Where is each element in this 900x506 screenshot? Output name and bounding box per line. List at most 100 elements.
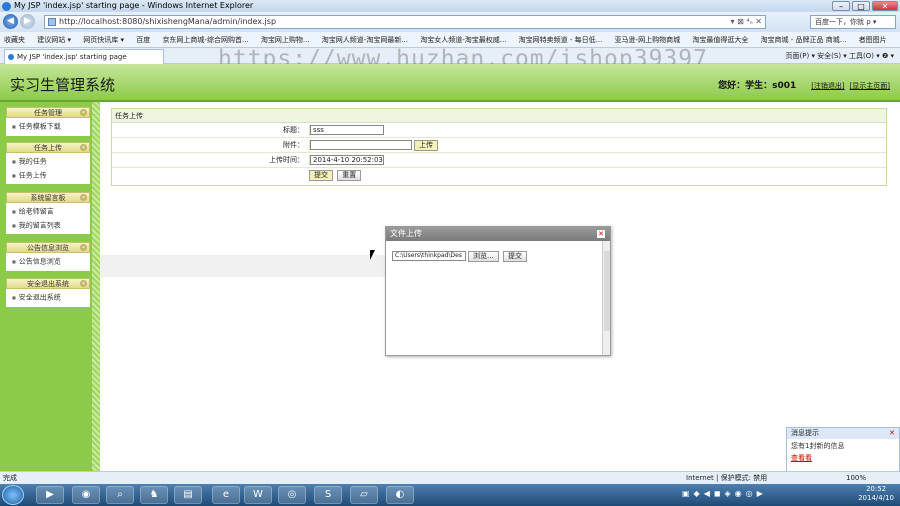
dialog-header[interactable]: 文件上传 ✕ [386, 227, 610, 241]
sidebar-section-header[interactable]: 系统留言板 « [6, 192, 90, 203]
favorites-item[interactable]: 淘宝网人频道-淘宝网最新... [322, 36, 408, 44]
favorites-item[interactable]: 淘宝女人频道-淘宝最权威... [420, 36, 506, 44]
favorites-item[interactable]: 京东网上商城-综合网购首... [162, 36, 248, 44]
sidebar-item-task-upload[interactable]: 任务上传 [6, 169, 90, 183]
close-icon[interactable]: ✕ [872, 1, 898, 11]
system-tray-icons[interactable]: ▣◆◀◼◈◉◎▶ [682, 489, 767, 498]
page-title: 实习生管理系统 [10, 76, 116, 94]
title-label: 标题： [283, 126, 304, 134]
sidebar-section-header[interactable]: 任务管理 « [6, 107, 90, 118]
word-icon[interactable]: W [244, 486, 272, 504]
chevron-icon[interactable]: « [80, 194, 87, 201]
ie-icon[interactable]: e [212, 486, 240, 504]
logout-link[interactable]: [注销退出] [811, 82, 844, 90]
dialog-scrollbar[interactable] [602, 241, 610, 355]
sidebar-item-leave-message[interactable]: 给老师留言 [6, 205, 90, 219]
sidebar-section-message-board: 系统留言板« 给老师留言 我的留言列表 [6, 192, 90, 234]
status-text: 完成 [3, 474, 17, 482]
title-input[interactable]: sss [310, 125, 384, 135]
sidebar-item-notices[interactable]: 公告信息浏览 [6, 255, 90, 269]
browser-tab[interactable]: My JSP 'index.jsp' starting page [4, 49, 164, 64]
window-controls: – □ ✕ [832, 1, 898, 11]
submit-button[interactable]: 提交 [309, 170, 333, 181]
mouse-cursor-icon [370, 250, 375, 260]
sidebar-section-header[interactable]: 任务上传 « [6, 142, 90, 153]
zoom-level[interactable]: 100% [846, 472, 866, 484]
sidebar-section-logout: 安全退出系统« 安全退出系统 [6, 278, 90, 307]
sidebar-section-header[interactable]: 安全退出系统 « [6, 278, 90, 289]
media-player-icon[interactable]: ▶ [36, 486, 64, 504]
favorites-item[interactable]: 亚马逊-网上购物商城 [615, 36, 681, 44]
dialog-title: 文件上传 [390, 229, 422, 238]
chrome-icon[interactable]: ◉ [72, 486, 100, 504]
form-row-time: 上传时间： 2014-4-10 20:52:03 [112, 153, 886, 168]
time-label: 上传时间： [269, 156, 304, 164]
sidebar-item-logout[interactable]: 安全退出系统 [6, 291, 90, 305]
form-row-title: 标题： sss [112, 123, 886, 138]
command-bar[interactable]: 页面(P) ▾ 安全(S) ▾ 工具(O) ▾ ❷ ▾ [786, 50, 894, 62]
eclipse-icon[interactable]: S [314, 486, 342, 504]
sidebar-section-header[interactable]: 公告信息浏览 « [6, 242, 90, 253]
dialog-body: C:\Users\thinkpad\Des 浏览... 提交 [386, 241, 603, 355]
overlay-band [100, 255, 385, 277]
notification-link[interactable]: 查看看 [787, 453, 899, 463]
maximize-icon[interactable]: □ [852, 1, 870, 11]
chevron-icon[interactable]: « [80, 109, 87, 116]
sidebar-item-my-messages[interactable]: 我的留言列表 [6, 219, 90, 233]
search-input[interactable]: 百度一下，你就 ρ ▾ [810, 15, 896, 29]
back-icon[interactable]: ◀ [3, 14, 18, 29]
forward-icon[interactable]: ▶ [20, 14, 35, 29]
favorites-item[interactable]: 淘宝网特卖频道 - 每日低... [519, 36, 603, 44]
qq-icon[interactable]: ◎ [278, 486, 306, 504]
start-button[interactable] [2, 485, 24, 505]
sidebar-section-notices: 公告信息浏览« 公告信息浏览 [6, 242, 90, 271]
chevron-icon[interactable]: « [80, 244, 87, 251]
sidebar-divider[interactable] [92, 102, 100, 471]
window-icon[interactable]: ▱ [350, 486, 378, 504]
status-bar: 完成 Internet | 保护模式: 禁用 100% [0, 471, 900, 484]
home-link[interactable]: [显示主页面] [850, 82, 890, 90]
file-path-input[interactable]: C:\Users\thinkpad\Des [392, 251, 466, 261]
search-app-icon[interactable]: ⌕ [106, 486, 134, 504]
clock[interactable]: 20:52 2014/4/10 [858, 485, 894, 503]
sidebar-item-template-download[interactable]: 任务模板下载 [6, 120, 90, 134]
favorites-item[interactable]: 收藏夹 [4, 36, 25, 44]
favorites-item[interactable]: 者图图片 [859, 36, 887, 44]
close-icon[interactable]: ✕ [597, 230, 605, 238]
favorites-item[interactable]: 淘宝最值得逛大全 [692, 36, 748, 44]
ie-logo-icon [2, 2, 11, 11]
favorites-item[interactable]: 网页快讯库 ▾ [83, 36, 124, 44]
dialog-submit-button[interactable]: 提交 [503, 251, 527, 262]
taskbar: ▶ ◉ ⌕ ♞ ▤ e W ◎ S ▱ ◐ ▣◆◀◼◈◉◎▶ 20:52 201… [0, 484, 900, 506]
user-area: 您好：学生：s001 [注销退出] [显示主页面] [718, 78, 890, 91]
attachment-input[interactable] [310, 140, 412, 150]
favorites-item[interactable]: 淘宝商城 - 品牌正品 商城... [761, 36, 847, 44]
address-tools[interactable]: ▾ ⊠ ⁴ₙ ✕ [731, 16, 762, 28]
notification-popup: 消息提示 ✕ 您有1封新的信息 查看看 [786, 427, 900, 473]
favorites-item[interactable]: 建议网站 ▾ [37, 36, 71, 44]
favorites-item[interactable]: 淘宝网上购物... [261, 36, 310, 44]
app-icon[interactable]: ◐ [386, 486, 414, 504]
scrollbar-thumb[interactable] [604, 251, 610, 331]
address-field[interactable]: http://localhost:8080/shixishengMana/adm… [44, 15, 766, 29]
clock-time: 20:52 [865, 485, 887, 493]
reset-button[interactable]: 重置 [337, 170, 362, 181]
notification-header: 消息提示 ✕ [787, 428, 899, 439]
app-header: 实习生管理系统 您好：学生：s001 [注销退出] [显示主页面] [0, 64, 900, 102]
time-input[interactable]: 2014-4-10 20:52:03 [310, 155, 384, 165]
form-title: 任务上传 [112, 109, 886, 123]
browse-button[interactable]: 浏览... [468, 251, 499, 262]
favorites-item[interactable]: 百度 [136, 36, 150, 44]
file-upload-dialog: 文件上传 ✕ C:\Users\thinkpad\Des 浏览... 提交 [385, 226, 611, 356]
notification-title: 消息提示 [791, 429, 819, 437]
form-row-buttons: 提交 重置 [112, 168, 886, 183]
chevron-icon[interactable]: « [80, 280, 87, 287]
upload-button[interactable]: 上传 [414, 140, 438, 151]
folder-icon[interactable]: ▤ [174, 486, 202, 504]
sidebar-item-my-tasks[interactable]: 我的任务 [6, 155, 90, 169]
chevron-icon[interactable]: « [80, 144, 87, 151]
game-icon[interactable]: ♞ [140, 486, 168, 504]
minimize-icon[interactable]: – [832, 1, 850, 11]
window-title: My JSP 'index.jsp' starting page - Windo… [14, 1, 254, 10]
close-icon[interactable]: ✕ [889, 428, 895, 439]
